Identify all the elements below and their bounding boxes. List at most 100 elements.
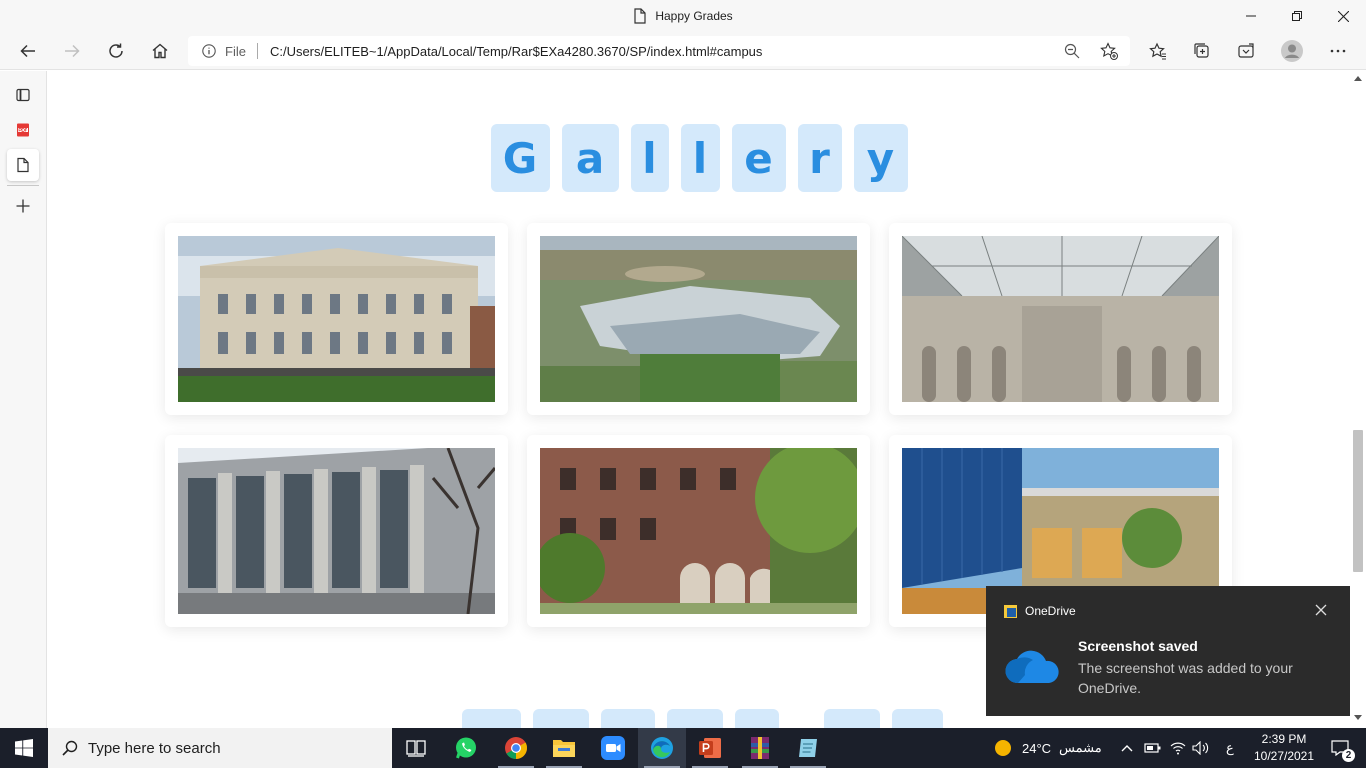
start-button[interactable] bbox=[0, 728, 48, 768]
winrar-taskbar-button[interactable] bbox=[736, 728, 784, 768]
heading-tile bbox=[892, 709, 943, 728]
restore-icon bbox=[1292, 11, 1302, 21]
chevron-up-icon bbox=[1121, 745, 1133, 752]
weather-temp: 24°C bbox=[1022, 740, 1052, 756]
minimize-icon bbox=[1246, 15, 1256, 17]
url-text[interactable]: C:/Users/ELITEB~1/AppData/Local/Temp/Rar… bbox=[270, 44, 762, 59]
task-view-button[interactable] bbox=[392, 728, 440, 768]
gallery-letter: l bbox=[630, 124, 669, 192]
taskbar: Type here to search 24°C مشمس ع 2:39 PM … bbox=[0, 728, 1366, 768]
chrome-icon bbox=[505, 737, 527, 759]
whatsapp-taskbar-button[interactable] bbox=[442, 728, 490, 768]
battery-status[interactable] bbox=[1144, 728, 1162, 768]
heading-tile bbox=[533, 709, 589, 728]
browser-toolbar: File C:/Users/ELITEB~1/AppData/Local/Tem… bbox=[0, 32, 1366, 70]
chrome-taskbar-button[interactable] bbox=[492, 728, 540, 768]
gallery-heading: G a l l e r y bbox=[48, 124, 1350, 192]
action-center-button[interactable]: 2 bbox=[1320, 728, 1360, 768]
gallery-card[interactable] bbox=[165, 223, 508, 415]
whatsapp-icon bbox=[456, 737, 476, 759]
campus-photo bbox=[902, 236, 1219, 402]
screenshot-extension-button[interactable] bbox=[1228, 33, 1264, 69]
close-icon[interactable] bbox=[1314, 603, 1328, 617]
tab-pdf[interactable] bbox=[7, 114, 39, 146]
cloud-icon bbox=[1005, 650, 1059, 684]
close-icon bbox=[1337, 10, 1349, 22]
vertical-scrollbar[interactable] bbox=[1350, 71, 1366, 728]
scroll-down-arrow[interactable] bbox=[1354, 715, 1362, 720]
home-icon bbox=[152, 43, 168, 59]
onedrive-app-icon bbox=[1004, 605, 1017, 618]
speaker-icon bbox=[1192, 741, 1209, 755]
toast-title: Screenshot saved bbox=[1078, 638, 1198, 654]
collections-icon bbox=[1194, 43, 1209, 58]
close-window-button[interactable] bbox=[1320, 0, 1366, 32]
arrow-right-icon bbox=[65, 44, 80, 58]
gallery-card[interactable] bbox=[527, 435, 870, 627]
task-view-icon bbox=[406, 740, 426, 757]
vertical-tabs-sidebar bbox=[0, 71, 47, 728]
volume-control[interactable] bbox=[1192, 728, 1210, 768]
restore-button[interactable] bbox=[1274, 0, 1320, 32]
windows-logo-icon bbox=[15, 739, 33, 757]
input-language[interactable]: ع bbox=[1226, 728, 1234, 768]
zoom-app-icon bbox=[601, 736, 625, 760]
web-capture-icon bbox=[1238, 43, 1254, 58]
gallery-card[interactable] bbox=[889, 223, 1232, 415]
taskbar-search-box[interactable]: Type here to search bbox=[48, 728, 392, 768]
address-bar[interactable]: File C:/Users/ELITEB~1/AppData/Local/Tem… bbox=[188, 36, 1130, 66]
collections-button[interactable] bbox=[1184, 33, 1220, 69]
home-button[interactable] bbox=[142, 33, 178, 69]
edge-icon bbox=[651, 737, 673, 759]
gallery-grid bbox=[165, 223, 1232, 627]
gallery-letter: a bbox=[561, 124, 619, 192]
settings-menu-button[interactable] bbox=[1320, 33, 1356, 69]
gallery-card[interactable] bbox=[527, 223, 870, 415]
clock-date: 10/27/2021 bbox=[1253, 749, 1315, 763]
search-icon bbox=[62, 740, 78, 756]
system-clock[interactable]: 2:39 PM 10/27/2021 bbox=[1246, 731, 1322, 765]
scroll-up-arrow[interactable] bbox=[1354, 76, 1362, 81]
favorites-button[interactable] bbox=[1140, 33, 1176, 69]
tab-actions-icon bbox=[16, 88, 30, 102]
refresh-button[interactable] bbox=[98, 33, 134, 69]
powerpoint-taskbar-button[interactable] bbox=[686, 728, 734, 768]
zoom-taskbar-button[interactable] bbox=[589, 728, 637, 768]
notification-count-badge: 2 bbox=[1342, 749, 1355, 762]
page-icon bbox=[634, 8, 646, 24]
window-title: Happy Grades bbox=[655, 9, 733, 23]
add-favorite-icon[interactable] bbox=[1100, 42, 1118, 60]
notepad-taskbar-button[interactable] bbox=[784, 728, 832, 768]
heading-tile bbox=[601, 709, 655, 728]
edge-taskbar-button[interactable] bbox=[638, 728, 686, 768]
scroll-thumb[interactable] bbox=[1353, 430, 1363, 572]
network-status[interactable] bbox=[1170, 728, 1186, 768]
profile-button[interactable] bbox=[1274, 33, 1310, 69]
campus-photo bbox=[540, 236, 857, 402]
zoom-out-icon[interactable] bbox=[1064, 43, 1080, 59]
minimize-button[interactable] bbox=[1228, 0, 1274, 32]
heading-tile bbox=[735, 709, 779, 728]
gallery-card[interactable] bbox=[165, 435, 508, 627]
show-hidden-icons[interactable] bbox=[1120, 728, 1134, 768]
folder-icon bbox=[553, 740, 575, 757]
gallery-letter: l bbox=[680, 124, 720, 192]
tab-actions-menu[interactable] bbox=[7, 79, 39, 111]
onedrive-toast[interactable]: OneDrive Screenshot saved The screenshot… bbox=[986, 586, 1350, 716]
info-icon[interactable] bbox=[202, 44, 216, 58]
toast-body: The screenshot was added to your OneDriv… bbox=[1078, 660, 1293, 696]
weather-widget[interactable]: 24°C مشمس bbox=[994, 728, 1102, 768]
wifi-icon bbox=[1170, 742, 1186, 755]
heading-tile bbox=[667, 709, 723, 728]
campus-photo bbox=[178, 448, 495, 614]
avatar-icon bbox=[1281, 40, 1303, 62]
campus-photo bbox=[178, 236, 495, 402]
heading-tile bbox=[824, 709, 880, 728]
file-explorer-taskbar-button[interactable] bbox=[540, 728, 588, 768]
tab-happy-grades[interactable] bbox=[7, 149, 39, 181]
forward-button[interactable] bbox=[54, 33, 90, 69]
heading-tile bbox=[462, 709, 521, 728]
arrow-left-icon bbox=[20, 44, 35, 58]
new-tab-button[interactable] bbox=[7, 190, 39, 222]
back-button[interactable] bbox=[10, 33, 46, 69]
